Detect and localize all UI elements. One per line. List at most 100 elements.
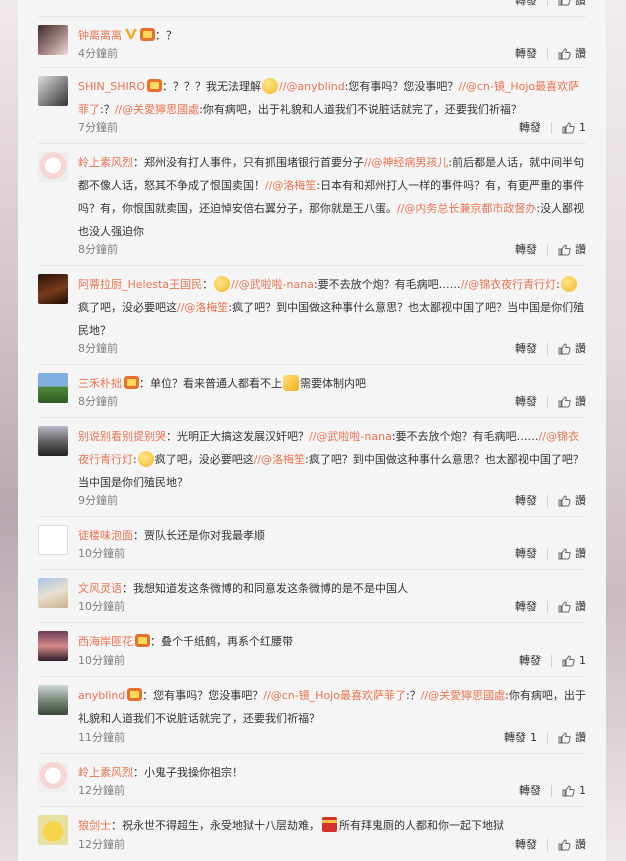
mention-link[interactable]: //@cn-镜_Hojo最喜欢萨菲了 — [263, 689, 406, 702]
timestamp: 9分鐘前 — [78, 494, 118, 507]
avatar[interactable] — [38, 25, 68, 55]
avatar[interactable] — [38, 631, 68, 661]
thumbs-up-icon[interactable] — [558, 495, 571, 507]
reply-count[interactable]: 1 — [530, 729, 537, 747]
crown-badge-icon — [124, 376, 139, 389]
like-button[interactable]: 讚 — [575, 0, 586, 8]
avatar[interactable] — [38, 426, 68, 456]
username[interactable]: 岭上素风烈 — [78, 156, 133, 169]
like-button[interactable]: 讚 — [575, 492, 586, 510]
thumbs-up-icon[interactable] — [562, 785, 575, 797]
thumbs-up-icon[interactable] — [558, 548, 571, 560]
reply-button[interactable]: 轉發 — [515, 340, 537, 358]
reply-button[interactable]: 轉發 — [519, 652, 541, 670]
mention-link[interactable]: //@神经病男孩儿 — [364, 156, 448, 169]
like-button[interactable]: 讚 — [575, 241, 586, 259]
mention-link[interactable]: //@洛梅笙 — [265, 179, 316, 192]
thumbs-up-icon[interactable] — [558, 396, 571, 408]
comment-body: 文风灵语：我想知道发这条微博的和同意发这条微博的是不是中国人 — [78, 582, 408, 595]
list-item: 徒楼味泡面：贾队长还是你对我最孝顺 10分鐘前 轉發 讚 — [38, 516, 586, 569]
reply-button[interactable]: 轉發 — [515, 393, 537, 411]
reply-button[interactable]: 轉發 — [515, 45, 537, 63]
thumbs-up-icon[interactable] — [558, 343, 571, 355]
thumbs-up-icon[interactable] — [562, 655, 575, 667]
thumbs-up-icon[interactable] — [558, 244, 571, 256]
username[interactable]: 钟离离离 — [78, 29, 122, 42]
like-button[interactable]: 讚 — [575, 598, 586, 616]
thumbs-up-icon[interactable] — [558, 839, 571, 851]
reply-button[interactable]: 轉發 — [504, 729, 526, 747]
mention-link[interactable]: //@锦衣夜行青行灯 — [461, 278, 556, 291]
reply-button[interactable]: 轉發 — [519, 782, 541, 800]
thumbs-up-icon[interactable] — [558, 0, 571, 6]
like-button[interactable]: 讚 — [575, 836, 586, 854]
avatar[interactable] — [38, 76, 68, 106]
username[interactable]: anyblind — [78, 689, 125, 702]
list-item: 岭上素风烈：小鬼子我操你祖宗！ 12分鐘前 轉發 1 — [38, 753, 586, 806]
username[interactable]: 别说别看别提别哭 — [78, 430, 166, 443]
reply-button[interactable]: 轉發 — [515, 598, 537, 616]
timestamp: 10分鐘前 — [78, 547, 125, 560]
mention-link[interactable]: //@武啦啦-nana — [309, 430, 392, 443]
timestamp: 8分鐘前 — [78, 342, 118, 355]
list-item: 西海岸匪花 ：叠个千纸鹤，再系个红腰带 10分鐘前 轉發 1 — [38, 622, 586, 676]
avatar[interactable] — [38, 762, 68, 792]
timestamp: 12分鐘前 — [78, 838, 125, 851]
username[interactable]: SHIN_SHIRO — [78, 80, 145, 93]
thumbs-up-icon[interactable] — [558, 732, 571, 744]
background-left — [0, 0, 18, 861]
mention-link[interactable]: //@洛梅笙 — [177, 301, 228, 314]
like-button[interactable]: 讚 — [575, 45, 586, 63]
mention-link[interactable]: //@anyblind — [279, 80, 345, 93]
username[interactable]: 岭上素风烈 — [78, 766, 133, 779]
like-count[interactable]: 1 — [579, 119, 586, 137]
list-item: anyblind ：您有事吗？您没事吧？//@cn-镜_Hojo最喜欢萨菲了:？/… — [38, 676, 586, 753]
timestamp: 8分鐘前 — [78, 395, 118, 408]
comment-body: 别说别看别提别哭：光明正大搞这发展汉奸吧？//@武啦啦-nana:要不去放个炮？… — [78, 430, 584, 489]
list-item: 别说别看别提别哭：光明正大搞这发展汉奸吧？//@武啦啦-nana:要不去放个炮？… — [38, 417, 586, 516]
username[interactable]: 阿蒂拉厨_Helesta王国民 — [78, 278, 202, 291]
like-button[interactable]: 讚 — [575, 393, 586, 411]
timestamp: 11分鐘前 — [78, 731, 125, 744]
reply-button[interactable]: 轉發 — [515, 241, 537, 259]
reply-button[interactable]: 轉發 — [515, 492, 537, 510]
emoji-icon — [214, 276, 231, 292]
avatar[interactable] — [38, 152, 68, 182]
avatar[interactable] — [38, 373, 68, 403]
like-button[interactable]: 讚 — [575, 545, 586, 563]
list-item: 阿蒂拉厨_Helesta王国民：//@武啦啦-nana:要不去放个炮？有毛病吧…… — [38, 265, 586, 364]
thumbs-up-icon[interactable] — [562, 122, 575, 134]
reply-button[interactable]: 轉發 — [515, 836, 537, 854]
avatar[interactable] — [38, 815, 68, 845]
comment-body: 西海岸匪花 ：叠个千纸鹤，再系个红腰带 — [78, 634, 293, 648]
like-count[interactable]: 1 — [579, 652, 586, 670]
username[interactable]: 西海岸匪花 — [78, 635, 133, 648]
avatar[interactable] — [38, 525, 68, 555]
username[interactable]: 徒楼味泡面 — [78, 529, 133, 542]
comment-body: 狼剑士：祝永世不得超生，永受地狱十八层劫难， 所有拜鬼厕的人都和你一起下地狱 — [78, 817, 504, 832]
like-count[interactable]: 1 — [579, 782, 586, 800]
mention-link[interactable]: //@武啦啦-nana — [231, 278, 314, 291]
username[interactable]: 三禾朴拙 — [78, 377, 122, 390]
mention-link[interactable]: //@内务总长兼京都市政督办 — [397, 202, 536, 215]
previous-comment-actions: 轉發 讚 — [38, 0, 586, 8]
thumbs-up-icon[interactable] — [558, 48, 571, 60]
emoji-icon — [262, 78, 279, 94]
timestamp: 10分鐘前 — [78, 600, 125, 613]
mention-link[interactable]: //@关愛獰思國處 — [115, 103, 199, 116]
like-button[interactable]: 讚 — [575, 729, 586, 747]
mention-link[interactable]: //@关愛獰思國處 — [421, 689, 505, 702]
username[interactable]: 文风灵语 — [78, 582, 122, 595]
reply-button[interactable]: 轉發 — [515, 545, 537, 563]
comment-body: 徒楼味泡面：贾队长还是你对我最孝顺 — [78, 529, 265, 542]
username[interactable]: 狼剑士 — [78, 819, 111, 832]
emoji-icon — [283, 375, 299, 391]
avatar[interactable] — [38, 578, 68, 608]
reply-button[interactable]: 轉發 — [519, 119, 541, 137]
thumbs-up-icon[interactable] — [558, 601, 571, 613]
reply-button[interactable]: 轉發 — [515, 0, 537, 8]
avatar[interactable] — [38, 685, 68, 715]
avatar[interactable] — [38, 274, 68, 304]
like-button[interactable]: 讚 — [575, 340, 586, 358]
mention-link[interactable]: //@洛梅笙 — [254, 453, 305, 466]
